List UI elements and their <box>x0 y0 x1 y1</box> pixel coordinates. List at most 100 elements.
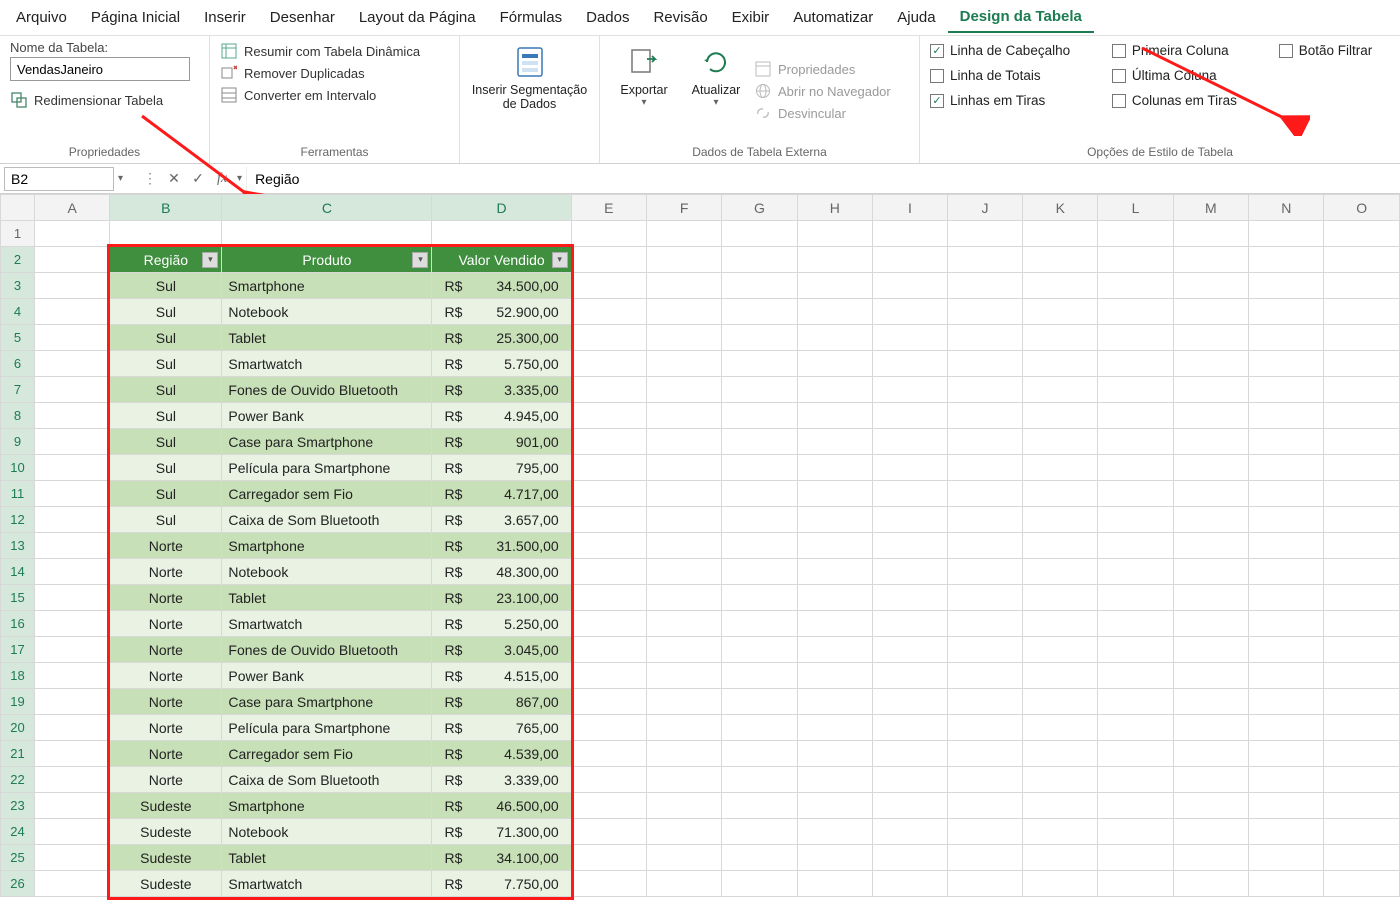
cell-G2[interactable] <box>722 247 797 273</box>
cell-D8[interactable]: R$4.945,00 <box>432 403 571 429</box>
cell-F7[interactable] <box>646 377 721 403</box>
cell-A20[interactable] <box>35 715 110 741</box>
column-header-N[interactable]: N <box>1249 195 1324 221</box>
name-box[interactable] <box>4 167 114 191</box>
cell-O12[interactable] <box>1324 507 1400 533</box>
cell-H10[interactable] <box>797 455 872 481</box>
cell-C23[interactable]: Smartphone <box>222 793 432 819</box>
cell-F2[interactable] <box>646 247 721 273</box>
cell-H8[interactable] <box>797 403 872 429</box>
cell-N17[interactable] <box>1249 637 1324 663</box>
cell-L9[interactable] <box>1098 429 1173 455</box>
cell-F14[interactable] <box>646 559 721 585</box>
cell-C14[interactable]: Notebook <box>222 559 432 585</box>
cell-F11[interactable] <box>646 481 721 507</box>
cell-I12[interactable] <box>873 507 948 533</box>
cell-F22[interactable] <box>646 767 721 793</box>
cell-B8[interactable]: Sul <box>110 403 222 429</box>
export-button[interactable]: Exportar ▾ <box>610 40 678 142</box>
cell-H1[interactable] <box>797 221 872 247</box>
cell-A4[interactable] <box>35 299 110 325</box>
cell-J16[interactable] <box>947 611 1022 637</box>
cell-L18[interactable] <box>1098 663 1173 689</box>
cell-D3[interactable]: R$34.500,00 <box>432 273 571 299</box>
cell-L21[interactable] <box>1098 741 1173 767</box>
insert-slicer-button[interactable]: Inserir Segmentaçãode Dados <box>465 40 595 142</box>
cell-L6[interactable] <box>1098 351 1173 377</box>
cell-H13[interactable] <box>797 533 872 559</box>
cell-J17[interactable] <box>947 637 1022 663</box>
cell-A16[interactable] <box>35 611 110 637</box>
cell-C8[interactable]: Power Bank <box>222 403 432 429</box>
cell-M16[interactable] <box>1173 611 1248 637</box>
remove-duplicates-button[interactable]: Remover Duplicadas <box>220 62 449 84</box>
cell-I21[interactable] <box>873 741 948 767</box>
cell-E9[interactable] <box>571 429 646 455</box>
row-header-13[interactable]: 13 <box>1 533 35 559</box>
column-header-G[interactable]: G <box>722 195 797 221</box>
column-header-J[interactable]: J <box>947 195 1022 221</box>
column-header-B[interactable]: B <box>110 195 222 221</box>
cell-O11[interactable] <box>1324 481 1400 507</box>
cell-E8[interactable] <box>571 403 646 429</box>
cell-J11[interactable] <box>947 481 1022 507</box>
cell-H6[interactable] <box>797 351 872 377</box>
cell-L14[interactable] <box>1098 559 1173 585</box>
cell-B26[interactable]: Sudeste <box>110 871 222 897</box>
row-header-22[interactable]: 22 <box>1 767 35 793</box>
cell-F21[interactable] <box>646 741 721 767</box>
cell-K21[interactable] <box>1023 741 1098 767</box>
cell-N15[interactable] <box>1249 585 1324 611</box>
cell-I15[interactable] <box>873 585 948 611</box>
cell-A3[interactable] <box>35 273 110 299</box>
row-header-26[interactable]: 26 <box>1 871 35 897</box>
cell-J7[interactable] <box>947 377 1022 403</box>
cell-E5[interactable] <box>571 325 646 351</box>
cell-O26[interactable] <box>1324 871 1400 897</box>
cell-O10[interactable] <box>1324 455 1400 481</box>
cell-M7[interactable] <box>1173 377 1248 403</box>
cell-G9[interactable] <box>722 429 797 455</box>
cell-J18[interactable] <box>947 663 1022 689</box>
cell-F13[interactable] <box>646 533 721 559</box>
cell-B1[interactable] <box>110 221 222 247</box>
cell-L7[interactable] <box>1098 377 1173 403</box>
cell-N8[interactable] <box>1249 403 1324 429</box>
cell-L15[interactable] <box>1098 585 1173 611</box>
cell-G20[interactable] <box>722 715 797 741</box>
cell-H18[interactable] <box>797 663 872 689</box>
row-header-8[interactable]: 8 <box>1 403 35 429</box>
cell-N5[interactable] <box>1249 325 1324 351</box>
cell-O15[interactable] <box>1324 585 1400 611</box>
cell-D15[interactable]: R$23.100,00 <box>432 585 571 611</box>
cell-D10[interactable]: R$795,00 <box>432 455 571 481</box>
cell-H14[interactable] <box>797 559 872 585</box>
cell-I7[interactable] <box>873 377 948 403</box>
cell-L22[interactable] <box>1098 767 1173 793</box>
row-header-2[interactable]: 2 <box>1 247 35 273</box>
column-header-I[interactable]: I <box>873 195 948 221</box>
row-header-11[interactable]: 11 <box>1 481 35 507</box>
cell-O13[interactable] <box>1324 533 1400 559</box>
cell-C16[interactable]: Smartwatch <box>222 611 432 637</box>
cell-D2[interactable]: Valor Vendido▾ <box>432 247 571 273</box>
convert-to-range-button[interactable]: Converter em Intervalo <box>220 84 449 106</box>
cell-J4[interactable] <box>947 299 1022 325</box>
cell-I24[interactable] <box>873 819 948 845</box>
cell-C17[interactable]: Fones de Ouvido Bluetooth <box>222 637 432 663</box>
cell-O3[interactable] <box>1324 273 1400 299</box>
cell-E3[interactable] <box>571 273 646 299</box>
cell-H11[interactable] <box>797 481 872 507</box>
cell-B16[interactable]: Norte <box>110 611 222 637</box>
cell-K14[interactable] <box>1023 559 1098 585</box>
cell-A17[interactable] <box>35 637 110 663</box>
cell-D1[interactable] <box>432 221 571 247</box>
cell-N4[interactable] <box>1249 299 1324 325</box>
cell-M11[interactable] <box>1173 481 1248 507</box>
menu-f-rmulas[interactable]: Fórmulas <box>488 3 575 32</box>
row-header-20[interactable]: 20 <box>1 715 35 741</box>
cell-M2[interactable] <box>1173 247 1248 273</box>
cell-M20[interactable] <box>1173 715 1248 741</box>
cell-N13[interactable] <box>1249 533 1324 559</box>
cell-H4[interactable] <box>797 299 872 325</box>
